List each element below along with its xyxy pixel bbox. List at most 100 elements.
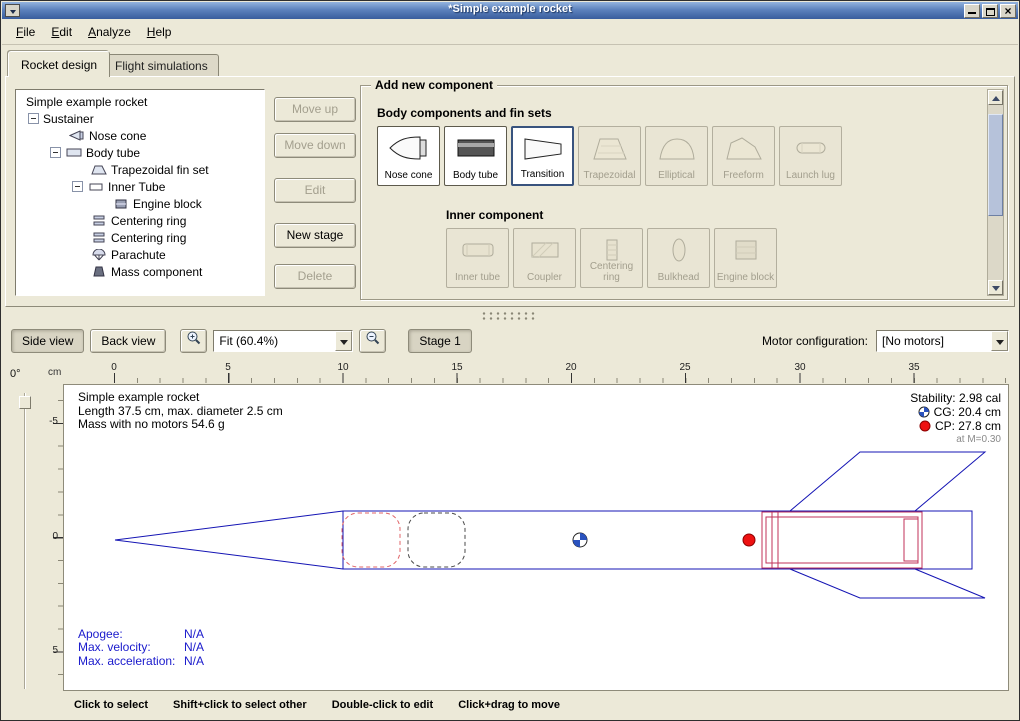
- zoom-select[interactable]: Fit (60.4%): [213, 330, 353, 352]
- delete-button[interactable]: Delete: [274, 264, 356, 289]
- tab-flight-simulations[interactable]: Flight simulations: [104, 54, 219, 76]
- close-button[interactable]: [1000, 4, 1016, 18]
- h-ruler-label: 15: [445, 362, 469, 373]
- h-ruler-label: 35: [902, 362, 926, 373]
- centering-ring-icon: [90, 214, 108, 227]
- split-divider[interactable]: [5, 308, 1015, 323]
- app-window: *Simple example rocket File Edit Analyze…: [0, 0, 1020, 721]
- rocket-dimensions: Length 37.5 cm, max. diameter 2.5 cm: [78, 405, 283, 419]
- hint-click-drag: Click+drag to move: [458, 699, 560, 711]
- zoom-in-button[interactable]: [180, 329, 207, 353]
- edit-button[interactable]: Edit: [274, 178, 356, 203]
- coupler-button[interactable]: Coupler: [513, 228, 576, 288]
- back-view-button[interactable]: Back view: [90, 329, 166, 353]
- cp-value: CP: 27.8 cm: [935, 419, 1001, 433]
- tab-rocket-design[interactable]: Rocket design: [8, 51, 110, 77]
- cg-marker: [573, 533, 587, 547]
- coupler-icon: [517, 233, 572, 266]
- tree-item-label: Trapezoidal fin set: [111, 163, 209, 177]
- freeform-fin-button[interactable]: Freeform: [712, 126, 775, 186]
- tree-item-rocket[interactable]: Simple example rocket: [18, 93, 264, 110]
- collapse-icon[interactable]: [50, 147, 61, 158]
- trapezoidal-fin-button[interactable]: Trapezoidal: [578, 126, 641, 186]
- h-ruler-label: 5: [216, 362, 240, 373]
- inner-tube-icon: [450, 233, 505, 266]
- rocket-name: Simple example rocket: [78, 391, 283, 405]
- rocket-design-panel: Simple example rocket Sustainer Nose con…: [5, 76, 1015, 307]
- tree-item-label: Inner Tube: [108, 180, 165, 194]
- nose-cone-button[interactable]: Nose cone: [377, 126, 440, 186]
- ruler-unit-label: cm: [48, 367, 61, 378]
- max-velocity-label: Max. velocity:: [78, 641, 184, 655]
- transition-button[interactable]: Transition: [511, 126, 574, 186]
- rocket-info: Simple example rocket Length 37.5 cm, ma…: [78, 391, 283, 432]
- menu-edit[interactable]: Edit: [43, 22, 80, 42]
- tree-item-mass-component[interactable]: Mass component: [18, 263, 264, 280]
- chevron-down-icon[interactable]: [335, 331, 352, 351]
- ruler-ticks: [63, 371, 1009, 383]
- launch-lug-icon: [783, 131, 838, 164]
- v-ruler-label: 5: [45, 645, 58, 656]
- chevron-down-icon[interactable]: [991, 331, 1008, 351]
- tree-item-fin-set[interactable]: Trapezoidal fin set: [18, 161, 264, 178]
- scroll-down-icon[interactable]: [988, 280, 1003, 295]
- body-tube-button[interactable]: Body tube: [444, 126, 507, 186]
- tree-item-label: Mass component: [111, 265, 202, 279]
- cg-icon: [918, 406, 930, 418]
- scroll-up-icon[interactable]: [988, 90, 1003, 105]
- rocket-canvas[interactable]: Simple example rocket Length 37.5 cm, ma…: [63, 384, 1009, 691]
- side-view-button[interactable]: Side view: [11, 329, 84, 353]
- centering-ring-button[interactable]: Centering ring: [580, 228, 643, 288]
- zoom-out-icon: [365, 330, 380, 352]
- tree-item-centering-ring-1[interactable]: Centering ring: [18, 212, 264, 229]
- stage-1-toggle[interactable]: Stage 1: [408, 329, 471, 353]
- hint-shift-click: Shift+click to select other: [173, 699, 307, 711]
- rotation-slider[interactable]: [18, 393, 33, 689]
- tree-item-engine-block[interactable]: Engine block: [18, 195, 264, 212]
- flight-data: Apogee: N/A Max. velocity: N/A Max. acce…: [78, 628, 204, 669]
- collapse-icon[interactable]: [72, 181, 83, 192]
- apogee-label: Apogee:: [78, 628, 184, 642]
- minimize-button[interactable]: [964, 4, 980, 18]
- collapse-icon[interactable]: [28, 113, 39, 124]
- tree-item-body-tube[interactable]: Body tube: [18, 144, 264, 161]
- tree-item-label: Engine block: [133, 197, 202, 211]
- vertical-ruler: -5 0 5: [45, 384, 63, 691]
- component-tree[interactable]: Simple example rocket Sustainer Nose con…: [15, 89, 265, 296]
- mass-component-icon: [90, 265, 108, 278]
- bulkhead-button[interactable]: Bulkhead: [647, 228, 710, 288]
- zoom-in-icon: [186, 330, 201, 352]
- tree-item-centering-ring-2[interactable]: Centering ring: [18, 229, 264, 246]
- tree-item-nose-cone[interactable]: Nose cone: [18, 127, 264, 144]
- stability-info: Stability: 2.98 cal CG: 20.4 cm CP: 27.8…: [910, 391, 1001, 447]
- component-scrollbar[interactable]: [987, 89, 1004, 296]
- launch-lug-button[interactable]: Launch lug: [779, 126, 842, 186]
- engine-block-button[interactable]: Engine block: [714, 228, 777, 288]
- apogee-value: N/A: [184, 628, 204, 642]
- parachute-icon: [90, 248, 108, 261]
- max-acceleration-value: N/A: [184, 655, 204, 669]
- new-stage-button[interactable]: New stage: [274, 223, 356, 248]
- scrollbar-thumb[interactable]: [988, 114, 1003, 216]
- tree-item-inner-tube[interactable]: Inner Tube: [18, 178, 264, 195]
- tree-item-sustainer[interactable]: Sustainer: [18, 110, 264, 127]
- zoom-out-button[interactable]: [359, 329, 386, 353]
- menu-analyze[interactable]: Analyze: [80, 22, 139, 42]
- divider-grip-icon: [482, 312, 538, 315]
- slider-handle[interactable]: [19, 396, 31, 409]
- tabbar: Rocket design Flight simulations: [5, 46, 1015, 76]
- v-ruler-label: -5: [45, 416, 58, 427]
- inner-tube-button[interactable]: Inner tube: [446, 228, 509, 288]
- statusbar: Click to select Shift+click to select ot…: [2, 692, 1018, 719]
- move-down-button[interactable]: Move down: [274, 133, 356, 158]
- menu-help[interactable]: Help: [139, 22, 180, 42]
- menubar: File Edit Analyze Help: [2, 19, 1018, 45]
- move-up-button[interactable]: Move up: [274, 97, 356, 122]
- tree-item-parachute[interactable]: Parachute: [18, 246, 264, 263]
- motor-configuration-select[interactable]: [No motors]: [876, 330, 1009, 352]
- menu-file[interactable]: File: [8, 22, 43, 42]
- window-title: *Simple example rocket: [2, 3, 1018, 15]
- cp-marker: [743, 534, 755, 546]
- maximize-button[interactable]: [982, 4, 998, 18]
- elliptical-fin-button[interactable]: Elliptical: [645, 126, 708, 186]
